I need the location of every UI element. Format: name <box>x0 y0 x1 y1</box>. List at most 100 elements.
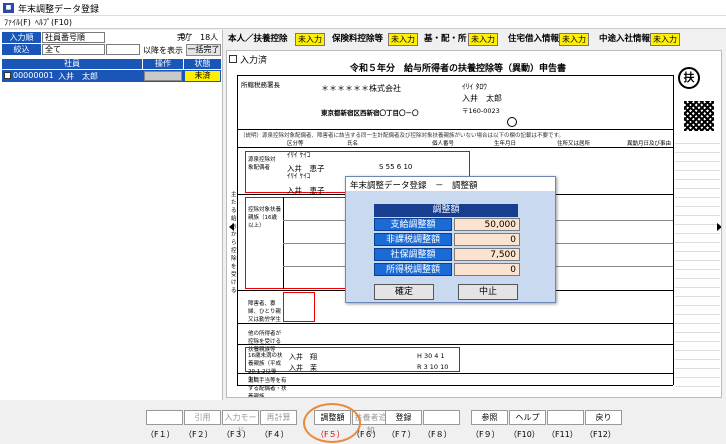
batch-complete-button[interactable]: 一括完了 <box>186 44 221 56</box>
employee-panel: 入力順 社員番号順 完了 0/ 18人 絞込 全て 以降を表示 一括完了 社員 … <box>0 30 223 400</box>
row-name: 入井 太郎 <box>58 72 98 81</box>
cancel-button[interactable]: 中止 <box>458 284 518 300</box>
adjustment-tax-label: 所得税調整額 <box>374 263 452 276</box>
f12-back-button[interactable]: 戻り <box>585 410 622 425</box>
title-bar: ■ 年末調整データ登録 <box>0 0 726 16</box>
col-op: 操作 <box>143 59 183 69</box>
f2-key: （F２） <box>184 430 213 439</box>
f11-key: （F11） <box>547 430 578 439</box>
seal-circle <box>507 117 517 127</box>
done-check-label: 入力済 <box>240 56 268 66</box>
section-b-vertical: 主たる給与から控除を受ける <box>231 192 237 294</box>
table-row[interactable]: 00000001 入井 太郎 未済 <box>2 70 221 82</box>
tab-housing[interactable]: 住宅借入情報 <box>508 32 559 46</box>
show-label: 以降を表示 <box>143 46 183 55</box>
f9-key: （F９） <box>471 430 500 439</box>
adjustment-tax-input[interactable]: 0 <box>454 263 520 276</box>
row-op-button[interactable] <box>144 71 182 81</box>
col-header-5: 住所又は居所 <box>557 141 591 147</box>
collapse-arrow-icon[interactable] <box>229 223 234 231</box>
adjustment-pay-label: 支給調整額 <box>374 218 452 231</box>
tab-dependent-status: 未入力 <box>295 33 325 46</box>
child1-name: 入井 翔 <box>289 353 317 361</box>
f9-reference-button[interactable]: 参照 <box>471 410 508 425</box>
f11-button[interactable] <box>547 410 584 425</box>
adjustment-nontax-input[interactable]: 0 <box>454 233 520 246</box>
f12-key: （F12） <box>585 430 616 439</box>
function-key-bar: 引用 入力モード 再計算 調整額 扶養者追加 登録 参照 ヘルプ 戻り （F１）… <box>0 405 726 444</box>
child1-dob: H 30 4 1 <box>417 352 445 360</box>
f4-key: （F４） <box>260 430 289 439</box>
tab-housing-status: 未入力 <box>559 33 589 46</box>
row-status: 未済 <box>185 71 220 81</box>
tab-dependent[interactable]: 本人／扶養控除 <box>228 32 288 46</box>
section-a: 源泉控除対象配偶者 <box>248 157 276 171</box>
dialog-title: 年末調整データ登録 － 調整額 <box>346 177 555 191</box>
window-title: 年末調整データ登録 <box>18 5 100 15</box>
col-header-3: 個人番号 <box>432 141 455 147</box>
adjustment-nontax-label: 非課税調整額 <box>374 233 452 246</box>
tab-bar: 本人／扶養控除 未入力 保険料控除等 未入力 基・配・所 未入力 住宅借入情報 … <box>226 32 722 48</box>
child2-dob: R 3 10 10 <box>417 363 449 371</box>
tab-insurance[interactable]: 保険料控除等 <box>332 32 383 46</box>
col-header-4: 生年月日 <box>494 141 517 147</box>
section-b: 控除対象扶養親族（16歳以上） <box>248 207 282 229</box>
employee-kana: ｲﾘｲ ﾀﾛｳ <box>462 82 487 91</box>
tab-insurance-status: 未入力 <box>388 33 418 46</box>
qr-code <box>684 101 714 131</box>
f7-key: （F７） <box>387 430 416 439</box>
tab-midyear[interactable]: 中途入社情報 <box>599 32 650 46</box>
f3-key: （F３） <box>222 430 251 439</box>
spouse-name-2: 入井 恵子 <box>287 186 325 195</box>
menu-help[interactable]: ﾍﾙﾌﾟ(F10) <box>35 17 72 28</box>
side-notes <box>675 135 720 395</box>
f10-help-button[interactable]: ヘルプ <box>509 410 546 425</box>
adjustment-pay-input[interactable]: 50,000 <box>454 218 520 231</box>
app-icon: ■ <box>3 3 14 13</box>
col-status: 状態 <box>184 59 221 69</box>
total-count: 18人 <box>200 33 219 42</box>
disability-block[interactable] <box>283 292 315 322</box>
f8-button[interactable] <box>423 410 460 425</box>
f10-key: （F10） <box>509 430 540 439</box>
company-address: 東京都新宿区西新宿〇丁目〇－〇 <box>321 109 419 117</box>
section-c: 障害者、寡婦、ひとり親又は勤労学生 <box>248 301 282 323</box>
menu-file[interactable]: ﾌｧｲﾙ(F) <box>4 17 31 28</box>
employee-name-top: 入井 太郎 <box>462 94 502 103</box>
sort-label: 入力順 <box>2 32 41 43</box>
tab-midyear-status: 未入力 <box>650 33 680 46</box>
child2-name: 入井 茉 <box>289 364 317 372</box>
expand-arrow-icon[interactable] <box>717 223 721 231</box>
confirm-button[interactable]: 確定 <box>374 284 434 300</box>
filter-select[interactable]: 全て <box>42 44 105 55</box>
form-stamp: 扶 <box>678 67 700 89</box>
col-header-6: 異動月日及び事由 <box>627 141 672 147</box>
col-header-2: 氏名 <box>347 141 359 147</box>
payer-label: 所轄税務署長 <box>241 81 280 89</box>
adjustment-social-input[interactable]: 7,500 <box>454 248 520 261</box>
f2-button[interactable]: 引用 <box>184 410 221 425</box>
f8-key: （F８） <box>423 430 452 439</box>
tab-basic[interactable]: 基・配・所 <box>424 32 467 46</box>
row-checkbox[interactable] <box>4 72 11 79</box>
employee-postal: 〒160-0023 <box>462 107 500 115</box>
menu-bar: ﾌｧｲﾙ(F) ﾍﾙﾌﾟ(F10) <box>0 16 726 29</box>
f1-key: （F１） <box>146 430 175 439</box>
f1-button[interactable] <box>146 410 183 425</box>
f4-button[interactable]: 再計算 <box>260 410 297 425</box>
done-checkbox[interactable] <box>229 55 237 63</box>
f3-button[interactable]: 入力モード <box>222 410 259 435</box>
adjustment-social-label: 社保調整額 <box>374 248 452 261</box>
spouse-dob: S 55 6 10 <box>379 163 413 171</box>
doc-title: 令和５年分 給与所得者の扶養控除等（異動）申告書 <box>350 64 567 74</box>
filter-label: 絞込 <box>2 44 41 55</box>
f5-highlight-ring <box>303 403 361 443</box>
done-count: 0/ <box>180 32 188 41</box>
company-name: ＊＊＊＊＊＊株式会社 <box>321 84 401 93</box>
col-employee: 社員 <box>2 59 142 69</box>
row-id: 00000001 <box>13 71 54 80</box>
show-from-input[interactable] <box>106 44 140 55</box>
spouse-kana: ｲﾘｲ ｹｲｺ <box>287 151 311 159</box>
sort-select[interactable]: 社員番号順 <box>42 32 105 43</box>
f7-register-button[interactable]: 登録 <box>385 410 422 425</box>
